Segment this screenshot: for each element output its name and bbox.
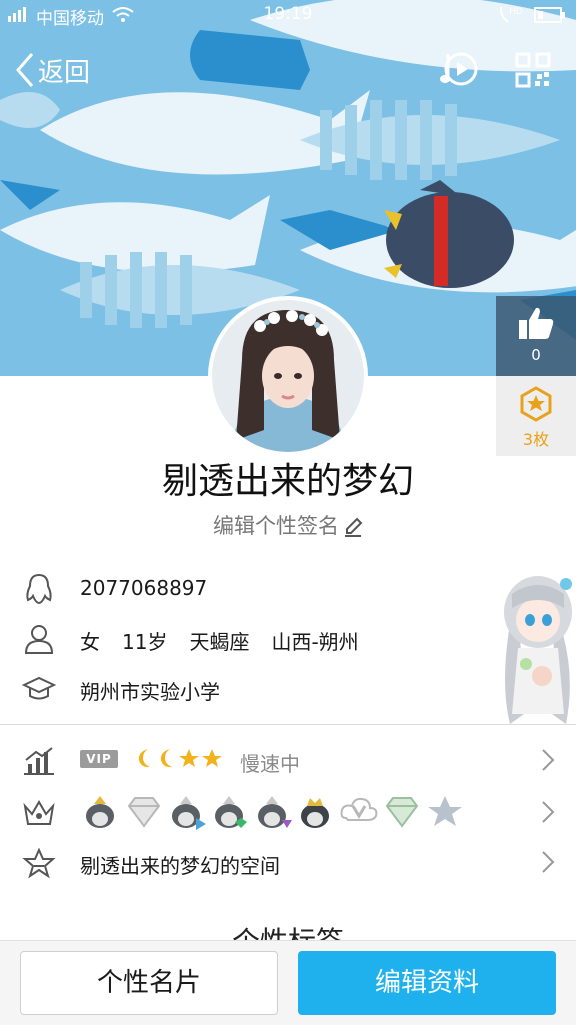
v-badge-icon: [340, 797, 378, 821]
chevron-left-icon: [16, 53, 34, 87]
music-play-icon: [440, 52, 478, 86]
crown-icon: [23, 800, 55, 825]
clock: 19:19: [263, 4, 313, 24]
nickname: 剔透出来的梦幻: [161, 461, 414, 502]
pencil-icon: [345, 517, 363, 537]
location: 山西-朔州: [271, 630, 359, 654]
badges-row[interactable]: [0, 788, 576, 836]
age: 11岁: [122, 630, 168, 654]
qzone-row[interactable]: 剔透出来的梦幻的空间: [0, 838, 576, 886]
penguin-icon: [26, 573, 52, 605]
penguin-crown-icon: [301, 798, 329, 828]
svg-text:HD: HD: [509, 7, 523, 17]
signature-edit[interactable]: 编辑个性签名: [0, 510, 576, 540]
person-icon: [24, 625, 54, 654]
music-play-button[interactable]: [438, 48, 480, 94]
moon-star-level-icon: [138, 749, 222, 768]
like-button[interactable]: 0: [496, 296, 576, 376]
badge-count: 3枚: [522, 430, 550, 449]
hd-call-icon: HD: [499, 6, 523, 23]
basic-info: 女 11岁 天蝎座 山西-朔州: [80, 626, 381, 655]
signature-placeholder: 编辑个性签名: [213, 514, 339, 538]
badge-button[interactable]: 3枚: [496, 376, 576, 456]
penguin-purple-badge-icon: [258, 796, 292, 828]
green-diamond-icon: [385, 797, 419, 828]
growth-chart-icon: [24, 747, 54, 775]
vip-tag: VIP: [80, 750, 118, 768]
penguin-badge-icon: [86, 796, 114, 828]
gender: 女: [80, 630, 100, 654]
chevron-right-icon: [542, 749, 555, 771]
penguin-green-badge-icon: [215, 796, 247, 828]
avatar[interactable]: [208, 296, 368, 456]
penguin-blue-badge-icon: [172, 796, 206, 830]
like-count: 0: [531, 346, 541, 364]
personal-card-button[interactable]: 个性名片: [20, 951, 278, 1015]
badge-list: [80, 792, 467, 832]
basic-info-row: 女 11岁 天蝎座 山西-朔州: [0, 618, 500, 658]
back-label: 返回: [38, 57, 91, 88]
edit-profile-button[interactable]: 编辑资料: [298, 951, 556, 1015]
bottom-action-bar: 个性名片 编辑资料: [0, 940, 576, 1025]
vip-level-icons: [134, 746, 224, 775]
chevron-right-icon: [542, 851, 555, 873]
star-badge-icon: [428, 796, 462, 826]
constellation: 天蝎座: [189, 630, 250, 654]
school: 朔州市实验小学: [80, 680, 220, 704]
mascot-figure[interactable]: [490, 564, 576, 728]
qq-number: 2077068897: [80, 576, 208, 600]
section-divider: [0, 724, 576, 725]
star-medal-icon: [520, 386, 552, 422]
thumbs-up-icon: [519, 307, 554, 339]
vip-row[interactable]: VIP 慢速中: [0, 736, 576, 784]
qr-code-icon: [515, 52, 551, 88]
qzone-label: 剔透出来的梦幻的空间: [80, 854, 280, 878]
battery-icon: [534, 7, 565, 23]
avatar-photo: [212, 300, 364, 452]
star-outline-icon: [22, 848, 56, 879]
diamond-icon: [127, 797, 161, 828]
qr-code-button[interactable]: [515, 52, 551, 92]
school-row: 朔州市实验小学: [0, 668, 500, 708]
back-button[interactable]: 返回: [14, 48, 90, 92]
chevron-right-icon: [542, 801, 555, 823]
graduation-cap-icon: [22, 676, 56, 700]
qq-number-row: 2077068897: [0, 568, 500, 608]
status-bar: 中国移动 19:19 HD: [0, 0, 576, 30]
vip-status: 慢速中: [240, 752, 300, 776]
